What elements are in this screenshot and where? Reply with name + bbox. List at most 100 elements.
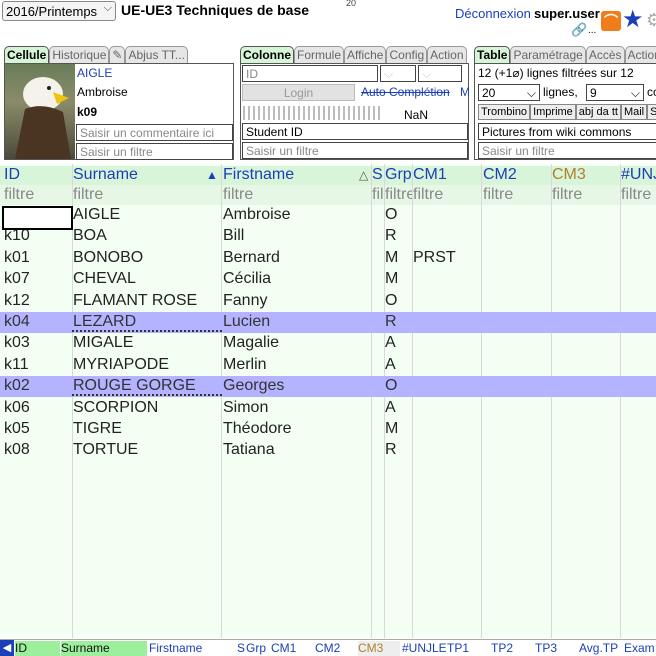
cell-cm1[interactable]: [413, 440, 481, 461]
cell-firstname[interactable]: Magalie: [223, 333, 371, 354]
cell-surname[interactable]: AIGLE: [73, 205, 218, 226]
nav-exam[interactable]: Exam: [624, 641, 656, 656]
cell-grp[interactable]: A: [385, 333, 412, 354]
cell-firstname[interactable]: Ambroise: [223, 205, 371, 226]
column-comment-input[interactable]: Student ID: [242, 123, 468, 140]
table-row[interactable]: k06 SCORPION Simon A: [0, 398, 656, 419]
lines-select[interactable]: 20 ⌵: [478, 84, 540, 101]
header-firstname[interactable]: Firstname △: [223, 165, 371, 186]
cell-grp[interactable]: M: [385, 269, 412, 290]
cell-cm1[interactable]: [413, 269, 481, 290]
table-row[interactable]: k05 TIGRE Théodore M: [0, 419, 656, 440]
filter-cm2[interactable]: filtre: [483, 185, 549, 206]
cell-surname[interactable]: FLAMANT ROSE: [73, 291, 218, 312]
cell-grp[interactable]: R: [385, 440, 412, 461]
link-icon[interactable]: 🔗: [571, 22, 587, 38]
filter-cm3[interactable]: filtre: [552, 185, 618, 206]
login-button[interactable]: Login: [242, 84, 355, 101]
table-row[interactable]: k12 FLAMANT ROSE Fanny O: [0, 291, 656, 312]
abj-button[interactable]: abj da tt: [575, 104, 621, 120]
cell-grp[interactable]: M: [385, 248, 412, 269]
cell-cm1[interactable]: [413, 205, 481, 226]
cell-grp[interactable]: R: [385, 226, 412, 247]
tab-affiche[interactable]: Affiche: [344, 46, 387, 63]
cell-filter-input[interactable]: Saisir un filtre: [76, 143, 233, 160]
nav-id[interactable]: ID: [15, 641, 60, 656]
table-row[interactable]: k09AIGLEAmbroiseO: [0, 205, 656, 226]
table-row[interactable]: k04 LEZARD Lucien R: [0, 312, 656, 333]
cell-surname[interactable]: AIGLE: [77, 66, 112, 80]
cell-firstname[interactable]: Fanny: [223, 291, 371, 312]
filter-unj[interactable]: filtre: [621, 185, 656, 206]
cell-grp[interactable]: R: [385, 312, 412, 333]
cell-firstname[interactable]: Lucien: [223, 312, 371, 333]
tab-action[interactable]: Action: [427, 46, 467, 63]
cell-surname[interactable]: MIGALE: [73, 333, 218, 354]
cell-cm1[interactable]: [413, 419, 481, 440]
tab-config[interactable]: Config: [386, 46, 428, 63]
cell-cm1[interactable]: [413, 333, 481, 354]
column-name-input[interactable]: ID: [242, 65, 378, 82]
cell-grp[interactable]: O: [385, 291, 412, 312]
tab-abjus[interactable]: Abjus TT...: [125, 46, 188, 63]
more-dots[interactable]: ...: [588, 25, 596, 36]
cell-grp[interactable]: M: [385, 419, 412, 440]
stats-button[interactable]: Sta: [647, 104, 656, 120]
table-row[interactable]: k03 MIGALE Magalie A: [0, 333, 656, 354]
nav-cm3[interactable]: CM3: [358, 641, 400, 656]
print-button[interactable]: Imprime: [530, 104, 576, 120]
header-surname[interactable]: Surname ▲: [73, 165, 218, 186]
cell-grp[interactable]: O: [385, 376, 412, 397]
cell-comment-input[interactable]: Saisir un commentaire ici: [76, 124, 233, 141]
tab-edit-icon[interactable]: ✎: [109, 46, 126, 63]
table-row[interactable]: k11 MYRIAPODE Merlin A: [0, 355, 656, 376]
cell-id[interactable]: k01: [4, 248, 70, 269]
cell-id[interactable]: k12: [4, 291, 70, 312]
cell-surname[interactable]: TORTUE: [73, 440, 218, 461]
cell-firstname[interactable]: Georges: [223, 376, 371, 397]
cell-cm1[interactable]: [413, 398, 481, 419]
back-arrow-icon[interactable]: ◀: [0, 640, 14, 656]
filter-surname[interactable]: filtre: [73, 185, 218, 206]
cell-grp[interactable]: A: [385, 398, 412, 419]
table-row[interactable]: k01 BONOBO Bernard M PRST: [0, 248, 656, 269]
cell-surname[interactable]: MYRIAPODE: [73, 355, 218, 376]
table-row[interactable]: k07 CHEVAL Cécilia M: [0, 269, 656, 290]
cell-cm1[interactable]: [413, 291, 481, 312]
table-row[interactable]: k08 TORTUE Tatiana R: [0, 440, 656, 461]
cell-id[interactable]: k08: [4, 440, 70, 461]
cell-cm1[interactable]: [413, 355, 481, 376]
cell-id[interactable]: k03: [4, 333, 70, 354]
nav-cm1[interactable]: CM1: [271, 641, 313, 656]
nav-tp3[interactable]: TP3: [535, 641, 577, 656]
nav-tp1[interactable]: TP1: [447, 641, 489, 656]
nav-avg-tp[interactable]: Avg.TP: [579, 641, 623, 656]
cell-grp[interactable]: A: [385, 355, 412, 376]
tab-historique[interactable]: Historique: [49, 46, 110, 63]
tab-table[interactable]: Table: [474, 46, 511, 63]
cell-id[interactable]: k05: [4, 419, 70, 440]
nav-s[interactable]: S: [237, 641, 246, 656]
tab-acces[interactable]: Accès: [585, 46, 625, 63]
cell-firstname[interactable]: Merlin: [223, 355, 371, 376]
tab-colonne[interactable]: Colonne: [240, 46, 294, 63]
cell-firstname[interactable]: Bill: [223, 226, 371, 247]
tab-parametrage[interactable]: Paramétrage: [510, 46, 586, 63]
columns-select[interactable]: 9 ⌵: [586, 84, 644, 101]
header-cm2[interactable]: CM2: [483, 165, 549, 186]
column-type-select[interactable]: ⌵: [380, 65, 416, 82]
cell-cm1[interactable]: PRST: [413, 248, 481, 269]
header-id[interactable]: ID: [4, 165, 70, 186]
star-icon[interactable]: ★: [622, 8, 644, 32]
logout-link[interactable]: Déconnexion: [455, 6, 531, 21]
nav-tp2[interactable]: TP2: [491, 641, 533, 656]
tab-cellule[interactable]: Cellule: [4, 46, 50, 63]
cell-surname[interactable]: BOA: [73, 226, 218, 247]
table-filter-input[interactable]: Saisir un filtre: [478, 142, 656, 159]
nav-cm2[interactable]: CM2: [315, 641, 357, 656]
cell-id[interactable]: k04: [4, 312, 70, 333]
nav-unjle[interactable]: #UNJLE: [402, 641, 446, 656]
mail-button[interactable]: Mail: [620, 104, 648, 120]
header-unj[interactable]: #UNJ: [621, 165, 656, 186]
cell-firstname[interactable]: Théodore: [223, 419, 371, 440]
